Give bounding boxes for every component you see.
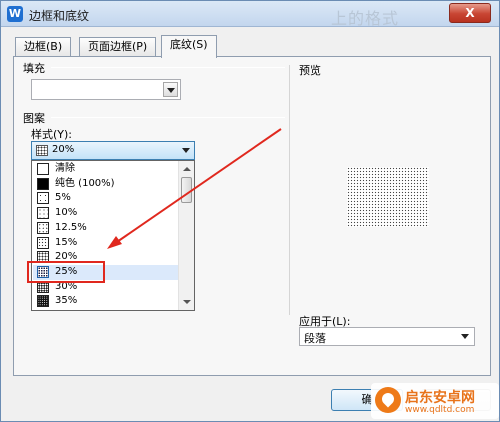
pattern-style-label: 样式(Y):	[31, 128, 73, 141]
pattern-option-label: 12.5%	[55, 221, 87, 233]
fill-group-label: 填充	[23, 62, 45, 75]
tab-shading[interactable]: 底纹(S)	[161, 35, 217, 58]
apply-to-select[interactable]: 段落	[299, 327, 475, 346]
background-title-text: 上的格式	[331, 9, 400, 28]
chevron-down-icon[interactable]	[182, 148, 190, 153]
dialog-title: 边框和底纹	[29, 9, 90, 23]
pattern-option-solid[interactable]: 纯色 (100%)	[33, 177, 179, 192]
close-button[interactable]: X	[449, 3, 491, 23]
dropdown-scrollbar[interactable]	[178, 161, 194, 310]
tab-borders[interactable]: 边框(B)	[15, 37, 72, 57]
pattern-option-10[interactable]: 10%	[33, 206, 179, 221]
dots-swatch-icon	[37, 221, 49, 234]
annotation-highlight-box	[27, 261, 105, 283]
dots-swatch-icon	[37, 295, 49, 308]
pattern-style-select[interactable]: 20%	[31, 141, 195, 160]
wps-writer-icon: W	[7, 6, 23, 22]
pattern-group-label: 图案	[23, 112, 45, 125]
pattern-option-35[interactable]: 35%	[33, 294, 179, 309]
scroll-down-icon[interactable]	[183, 300, 191, 304]
dots-swatch-icon	[37, 192, 49, 205]
pattern-style-value: 20%	[52, 144, 75, 155]
dots-swatch-icon	[37, 236, 49, 249]
pattern-option-15[interactable]: 15%	[33, 236, 179, 251]
tab-page-borders[interactable]: 页面边框(P)	[79, 37, 157, 57]
borders-shading-dialog: W 边框和底纹 上的格式 X 边框(B) 页面边框(P) 底纹(S) 填充 图案…	[0, 0, 500, 422]
title-bar[interactable]: W 边框和底纹 上的格式 X	[1, 1, 499, 28]
pattern-option-label: 10%	[55, 207, 78, 219]
fill-divider	[51, 67, 285, 68]
pattern-divider	[51, 117, 285, 118]
pattern-option-label: 清除	[55, 163, 75, 174]
pattern-style-dropdown[interactable]: 清除 纯色 (100%) 5% 10% 12.5% 15% 20% 25% 30…	[31, 160, 195, 311]
preview-label: 预览	[299, 64, 321, 77]
pattern-option-label: 纯色 (100%)	[55, 177, 115, 189]
fill-color-select[interactable]	[31, 79, 181, 100]
pattern-option-5[interactable]: 5%	[33, 191, 179, 206]
pattern-option-label: 35%	[55, 295, 78, 307]
pattern-option-clear[interactable]: 清除	[33, 162, 179, 177]
watermark-url: www.qdltd.com	[405, 405, 475, 415]
watermark-title: 启东安卓网	[405, 390, 475, 406]
chevron-down-icon[interactable]	[461, 334, 469, 339]
pattern-option-label: 5%	[55, 192, 71, 204]
location-pin-logo-icon	[375, 387, 401, 413]
scroll-thumb[interactable]	[181, 177, 192, 203]
preview-pattern	[347, 167, 429, 227]
site-watermark: 启东安卓网 www.qdltd.com	[371, 383, 499, 419]
pattern-option-label: 15%	[55, 236, 78, 248]
scroll-up-icon[interactable]	[183, 167, 191, 171]
apply-to-value: 段落	[304, 332, 326, 345]
solid-swatch-icon	[37, 177, 49, 190]
chevron-down-icon[interactable]	[163, 82, 178, 97]
clear-swatch-icon	[37, 163, 49, 175]
dots-swatch-icon	[37, 207, 49, 220]
pattern-option-12-5[interactable]: 12.5%	[33, 221, 179, 236]
pattern-swatch-icon	[36, 145, 48, 156]
preview-divider	[289, 65, 290, 315]
